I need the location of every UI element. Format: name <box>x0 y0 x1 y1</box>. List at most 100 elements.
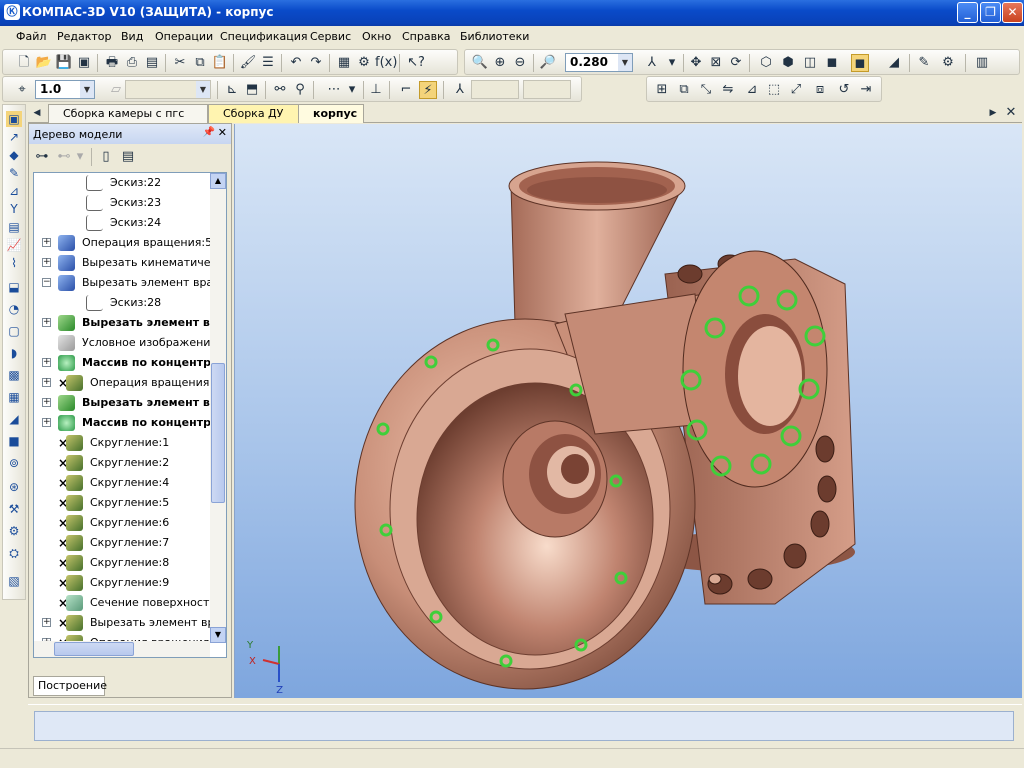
kompas-logo-icon[interactable]: Ⓚ <box>4 4 20 20</box>
close-button[interactable]: ✕ <box>1002 2 1023 23</box>
tree-item[interactable]: Условное изображение <box>34 333 210 353</box>
tree-item[interactable]: × Скругление:9 <box>34 573 210 593</box>
tree-item[interactable]: Эскиз:23 <box>34 193 210 213</box>
trim-icon[interactable]: ⤢ <box>787 81 805 99</box>
variables-fx-icon[interactable]: f(x) <box>375 54 397 72</box>
tree-item[interactable]: × Скругление:7 <box>34 533 210 553</box>
mirror-icon[interactable]: ⇋ <box>719 81 737 99</box>
expand-icon[interactable]: + <box>42 378 51 387</box>
close-tab-icon[interactable]: ✕ <box>1002 104 1020 122</box>
tab-construction[interactable]: Построение <box>33 676 107 696</box>
menu-service[interactable]: Сервис <box>310 30 351 43</box>
model-viewport[interactable]: Y X Z <box>234 124 1022 698</box>
expand-icon[interactable]: + <box>42 398 51 407</box>
hole-icon[interactable]: ⊚ <box>6 455 22 471</box>
tree-item[interactable]: Эскиз:24 <box>34 213 210 233</box>
menu-help[interactable]: Справка <box>402 30 450 43</box>
tree-item[interactable]: + Вырезать элемент в <box>34 393 210 413</box>
scroll-left-icon[interactable]: ◀ <box>28 104 46 122</box>
library-parts-icon[interactable]: ▧ <box>6 573 22 589</box>
step-cursor-icon[interactable]: ⌖ <box>13 81 31 99</box>
redo-icon[interactable]: ↷ <box>307 54 325 72</box>
menu-editor[interactable]: Редактор <box>57 30 112 43</box>
tab-assembly-chamber[interactable]: Сборка камеры с пгс <box>48 104 208 123</box>
menu-specification[interactable]: Спецификация <box>220 30 307 43</box>
break-icon[interactable]: ⊿ <box>743 81 761 99</box>
step-combo[interactable]: 1.0 ▼ <box>35 80 95 99</box>
tree-item[interactable]: × Скругление:1 <box>34 433 210 453</box>
solid-icon[interactable]: ■ <box>6 433 22 449</box>
expand-icon[interactable]: + <box>42 618 51 627</box>
mate-icon[interactable]: ⛭ <box>6 545 22 561</box>
pan-icon[interactable]: ✥ <box>687 54 705 72</box>
pin-icon[interactable]: 📌 <box>203 127 215 138</box>
wireframe-icon[interactable]: ⬡ <box>757 54 775 72</box>
filter-icon[interactable]: Y <box>6 201 22 217</box>
context-help-icon[interactable]: ↖? <box>407 54 425 72</box>
restore-button[interactable]: ❐ <box>980 2 1001 23</box>
pattern-icon[interactable]: ⧈ <box>811 81 829 99</box>
extrude-icon[interactable]: ⬓ <box>6 279 22 295</box>
rotate-icon[interactable]: ⟳ <box>727 54 745 72</box>
tree-properties-icon[interactable]: ▤ <box>119 148 137 166</box>
open-folder-icon[interactable]: 📂 <box>35 54 53 72</box>
round-icon[interactable]: ⌐ <box>397 81 415 99</box>
spring-icon[interactable]: ⌇ <box>6 255 22 271</box>
chevron-down-icon[interactable]: ▼ <box>80 81 94 98</box>
tree-item[interactable]: + × Вырезать элемент вра <box>34 613 210 633</box>
manager-icon[interactable]: ▦ <box>335 54 353 72</box>
sketch-tools-icon[interactable]: ↗ <box>6 129 22 145</box>
orientation-icon[interactable]: ⅄ <box>643 54 661 72</box>
save-icon[interactable]: 💾 <box>55 54 73 72</box>
library-icon[interactable]: ⚙ <box>355 54 373 72</box>
rib-icon[interactable]: ◢ <box>6 411 22 427</box>
surfaces-icon[interactable]: ✎ <box>6 165 22 181</box>
chevron-down-icon[interactable]: ▾ <box>663 54 681 72</box>
snapping-icon[interactable]: ⚡ <box>419 81 437 99</box>
move-icon[interactable]: ⇥ <box>857 81 875 99</box>
copy-objects-icon[interactable]: ⧉ <box>675 81 693 99</box>
component-insert-icon[interactable]: ⚙ <box>6 523 22 539</box>
close-icon[interactable]: ✕ <box>218 126 227 139</box>
tree-item[interactable]: + × Операция вращения:( <box>34 373 210 393</box>
scroll-thumb[interactable] <box>54 642 134 656</box>
tree-item[interactable]: × Сечение поверхность <box>34 593 210 613</box>
kinematic-icon[interactable]: ▢ <box>6 323 22 339</box>
coordinates-icon[interactable]: ⅄ <box>451 81 469 99</box>
expand-icon[interactable]: + <box>42 418 51 427</box>
zoom-scale-combo[interactable]: 0.280 ▼ <box>565 53 633 72</box>
expand-icon[interactable]: + <box>42 238 51 247</box>
tree-item[interactable]: × Скругление:5 <box>34 493 210 513</box>
grid-icon[interactable]: ⋯ <box>325 81 343 99</box>
tree-document-icon[interactable]: ▯ <box>97 148 115 166</box>
cut-extrude-icon[interactable]: ▩ <box>6 367 22 383</box>
format-brush-icon[interactable]: 🖌 <box>239 54 257 72</box>
list-icon[interactable]: ☰ <box>259 54 277 72</box>
tree-item[interactable]: + Операция вращения:5 <box>34 233 210 253</box>
reports-icon[interactable]: 📈 <box>6 237 22 253</box>
loft-icon[interactable]: ◗ <box>6 345 22 361</box>
tree-item[interactable]: Эскиз:28 <box>34 293 210 313</box>
menu-operations[interactable]: Операции <box>155 30 213 43</box>
new-document-icon[interactable]: 🗋 <box>15 54 33 72</box>
tree-item[interactable]: × Скругление:8 <box>34 553 210 573</box>
snap-icon[interactable]: ⚯ <box>271 81 289 99</box>
shell-icon[interactable]: ▦ <box>6 389 22 405</box>
tree-item[interactable]: Эскиз:22 <box>34 173 210 193</box>
scroll-right-icon[interactable]: ▶ <box>984 104 1002 122</box>
filter-icon[interactable]: ⚲ <box>291 81 309 99</box>
perspective-icon[interactable]: ◢ <box>885 54 903 72</box>
cut-icon[interactable]: ✂ <box>171 54 189 72</box>
scale-icon[interactable]: ⤡ <box>697 81 715 99</box>
edit-component-icon[interactable]: ✎ <box>915 54 933 72</box>
save-as-icon[interactable]: ▣ <box>75 54 93 72</box>
tree-item[interactable]: + Массив по концентр <box>34 413 210 433</box>
geometry-icon[interactable]: ▣ <box>6 111 22 127</box>
print-icon[interactable]: 🖶 <box>103 54 121 72</box>
halftone-outline-icon[interactable]: ◼ <box>851 54 869 72</box>
scroll-up-icon[interactable]: ▲ <box>210 173 226 189</box>
curves-icon[interactable]: ◆ <box>6 147 22 163</box>
orient-cs-icon[interactable]: ⬒ <box>243 81 261 99</box>
zoom-in-icon[interactable]: ⊕ <box>491 54 509 72</box>
hidden-thin-icon[interactable]: ◫ <box>801 54 819 72</box>
